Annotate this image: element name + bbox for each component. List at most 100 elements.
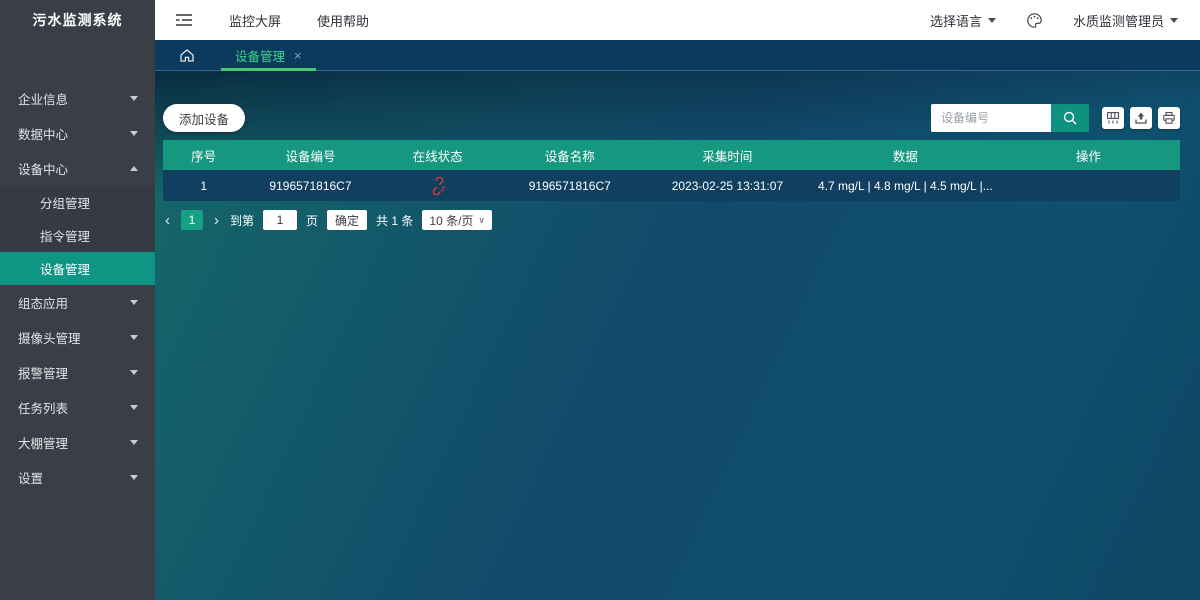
search-input[interactable] — [931, 104, 1051, 132]
sidebar-item-alarm-management[interactable]: 报警管理 — [0, 355, 155, 390]
sidebar-item-label: 设置 — [18, 468, 43, 487]
nav-help[interactable]: 使用帮助 — [317, 11, 369, 30]
tab-label: 设备管理 — [235, 46, 285, 65]
nav-monitor-screen[interactable]: 监控大屏 — [229, 11, 281, 30]
top-navbar: 监控大屏 使用帮助 选择语言 水质监测管理员 — [155, 0, 1200, 40]
offline-icon — [429, 177, 447, 195]
sidebar: 污水监测系统 企业信息 数据中心 设备中心 分组管理 指令管理 — [0, 0, 155, 600]
sidebar-subitem-group-management[interactable]: 分组管理 — [0, 186, 155, 219]
user-menu[interactable]: 水质监测管理员 — [1073, 11, 1178, 30]
sidebar-item-label: 企业信息 — [18, 89, 68, 108]
pagination: ‹ 1 › 到第 页 确定 共 1 条 10 条/页 ∨ — [163, 210, 1180, 230]
columns-grid-icon — [1106, 111, 1120, 125]
home-tab-button[interactable] — [179, 48, 195, 63]
theme-button[interactable] — [1026, 12, 1043, 29]
print-button[interactable] — [1158, 107, 1180, 129]
total-count-label: 共 1 条 — [376, 212, 413, 229]
cell-device-name: 9196571816C7 — [499, 179, 641, 193]
column-settings-button[interactable] — [1102, 107, 1124, 129]
page-size-select[interactable]: 10 条/页 ∨ — [422, 210, 492, 230]
palette-icon — [1026, 12, 1043, 29]
sidebar-subitem-device-management[interactable]: 设备管理 — [0, 252, 155, 285]
chevron-down-icon — [130, 440, 138, 445]
goto-page-suffix-label: 页 — [306, 212, 318, 229]
cell-collect-time: 2023-02-25 13:31:07 — [641, 179, 814, 193]
app-title: 污水监测系统 — [0, 0, 155, 40]
print-icon — [1162, 111, 1176, 125]
page-size-label: 10 条/页 — [429, 212, 473, 229]
device-center-submenu: 分组管理 指令管理 设备管理 — [0, 186, 155, 285]
sidebar-item-label: 数据中心 — [18, 124, 68, 143]
user-menu-label: 水质监测管理员 — [1073, 11, 1164, 30]
table-header-row: 序号 设备编号 在线状态 设备名称 采集时间 数据 操作 — [163, 140, 1180, 170]
tab-device-management[interactable]: 设备管理 × — [221, 40, 316, 70]
search-button[interactable] — [1051, 104, 1089, 132]
sidebar-subitem-label: 分组管理 — [40, 193, 90, 212]
close-icon[interactable]: × — [294, 49, 302, 62]
sidebar-item-label: 组态应用 — [18, 293, 68, 312]
device-table: 序号 设备编号 在线状态 设备名称 采集时间 数据 操作 1 919657181… — [163, 140, 1180, 201]
table-row[interactable]: 1 9196571816C7 9196571816C7 2023-02-25 1… — [163, 170, 1180, 201]
app-window: 污水监测系统 企业信息 数据中心 设备中心 分组管理 指令管理 — [0, 0, 1200, 600]
col-header-device-name: 设备名称 — [499, 146, 641, 165]
sidebar-item-label: 设备中心 — [18, 159, 68, 178]
collapse-sidebar-icon — [175, 13, 193, 27]
search-icon — [1062, 110, 1078, 126]
export-icon — [1134, 111, 1148, 125]
add-device-button[interactable]: 添加设备 — [163, 104, 245, 132]
chevron-down-icon — [130, 370, 138, 375]
sidebar-item-label: 报警管理 — [18, 363, 68, 382]
sidebar-item-enterprise-info[interactable]: 企业信息 — [0, 81, 155, 116]
col-header-online-status: 在线状态 — [377, 146, 499, 165]
cell-data: 4.7 mg/L | 4.8 mg/L | 4.5 mg/L |... — [814, 179, 997, 193]
collapse-sidebar-button[interactable] — [175, 13, 193, 27]
chevron-up-icon — [130, 166, 138, 171]
goto-page-prefix-label: 到第 — [230, 212, 254, 229]
chevron-down-icon — [130, 300, 138, 305]
chevron-down-icon: ∨ — [478, 215, 485, 226]
language-selector[interactable]: 选择语言 — [930, 11, 996, 30]
col-header-action: 操作 — [997, 146, 1180, 165]
confirm-page-button[interactable]: 确定 — [327, 210, 367, 230]
col-header-data: 数据 — [814, 146, 997, 165]
current-page-button[interactable]: 1 — [181, 210, 203, 230]
sidebar-item-camera-management[interactable]: 摄像头管理 — [0, 320, 155, 355]
sidebar-item-settings[interactable]: 设置 — [0, 460, 155, 495]
sidebar-item-data-center[interactable]: 数据中心 — [0, 116, 155, 151]
tab-bar: 设备管理 × — [155, 40, 1200, 71]
sidebar-subitem-label: 设备管理 — [40, 259, 90, 278]
chevron-down-icon — [988, 18, 996, 23]
table-tools — [1102, 107, 1180, 129]
chevron-down-icon — [130, 335, 138, 340]
search-group — [931, 104, 1089, 132]
page-number-input[interactable] — [263, 210, 297, 230]
col-header-collect-time: 采集时间 — [641, 146, 814, 165]
home-icon — [179, 48, 195, 63]
sidebar-item-task-list[interactable]: 任务列表 — [0, 390, 155, 425]
chevron-down-icon — [130, 405, 138, 410]
col-header-index: 序号 — [163, 146, 244, 165]
sidebar-item-label: 摄像头管理 — [18, 328, 81, 347]
sidebar-item-configuration-app[interactable]: 组态应用 — [0, 285, 155, 320]
language-selector-label: 选择语言 — [930, 11, 982, 30]
sidebar-item-greenhouse-management[interactable]: 大棚管理 — [0, 425, 155, 460]
sidebar-item-device-center[interactable]: 设备中心 — [0, 151, 155, 186]
sidebar-item-label: 大棚管理 — [18, 433, 68, 452]
sidebar-menu: 企业信息 数据中心 设备中心 分组管理 指令管理 设备管理 — [0, 40, 155, 495]
main-area: 监控大屏 使用帮助 选择语言 水质监测管理员 — [155, 0, 1200, 600]
chevron-down-icon — [1170, 18, 1178, 23]
cell-online-status — [377, 177, 499, 195]
sidebar-item-label: 任务列表 — [18, 398, 68, 417]
cell-index: 1 — [163, 179, 244, 193]
cell-device-no: 9196571816C7 — [244, 179, 376, 193]
content-area: 添加设备 — [155, 71, 1200, 600]
col-header-device-no: 设备编号 — [244, 146, 376, 165]
export-button[interactable] — [1130, 107, 1152, 129]
chevron-down-icon — [130, 131, 138, 136]
chevron-down-icon — [130, 475, 138, 480]
prev-page-button[interactable]: ‹ — [163, 213, 172, 228]
sidebar-subitem-command-management[interactable]: 指令管理 — [0, 219, 155, 252]
chevron-down-icon — [130, 96, 138, 101]
sidebar-subitem-label: 指令管理 — [40, 226, 90, 245]
next-page-button[interactable]: › — [212, 213, 221, 228]
